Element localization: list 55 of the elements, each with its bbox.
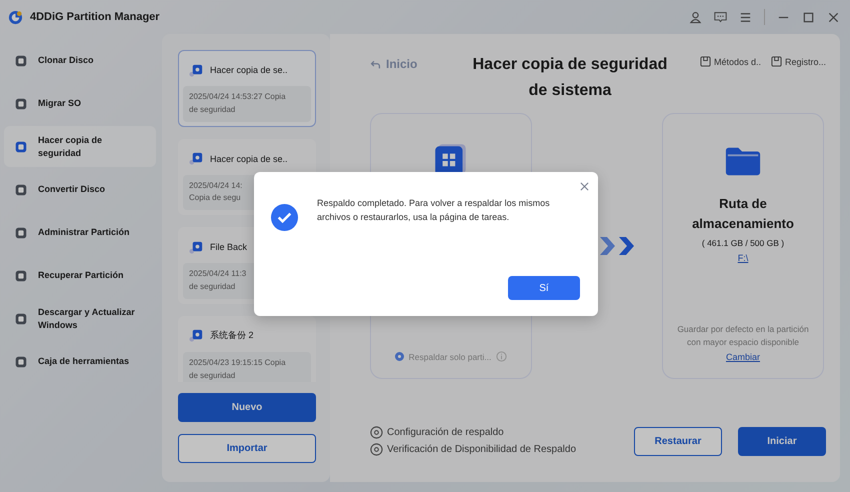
page-title: Hacer copia de seguridad de sistema: [472, 55, 668, 101]
sidebar-item[interactable]: Descargar y Actualizar Windows: [4, 298, 156, 339]
backup-icon: [189, 62, 204, 78]
backup-title: Hacer copia de se..: [210, 154, 288, 164]
check-circle-icon: [270, 203, 299, 232]
account-icon[interactable]: [689, 10, 702, 24]
toolbar-link[interactable]: Registro...: [770, 56, 826, 67]
option-icon: [370, 443, 383, 456]
app-title: 4DDiG Partition Manager: [30, 11, 160, 23]
backup-detail: 2025/04/24 14:53:27 Copia de seguridad: [183, 86, 311, 122]
backup-title: Hacer copia de se..: [210, 65, 288, 75]
restore-button[interactable]: Restaurar: [634, 426, 722, 456]
feedback-icon[interactable]: [714, 10, 727, 24]
start-button[interactable]: Iniciar: [738, 426, 826, 456]
sidebar-item[interactable]: Recuperar Partición: [4, 255, 156, 296]
sidebar-item[interactable]: Administrar Partición: [4, 212, 156, 253]
sidebar-item[interactable]: Convertir Disco: [4, 169, 156, 210]
menu-item-icon: [14, 312, 28, 326]
back-arrow-icon: [370, 58, 381, 70]
backup-title: File Back: [210, 242, 248, 252]
yes-button[interactable]: Sí: [508, 276, 580, 300]
backup-icon: [189, 151, 204, 166]
backup-card[interactable]: Hacer copia de se.. 2025/04/24 14:53:27 Copia de seguridad: [178, 50, 316, 127]
backup-detail: 2025/04/23 19:15:15 Copia de seguridad: [183, 352, 311, 382]
menu-item-icon: [14, 96, 28, 110]
option-icon: [370, 426, 383, 439]
maximize-icon[interactable]: [802, 10, 815, 24]
menu-item-icon: [14, 354, 28, 368]
menu-icon[interactable]: [739, 10, 752, 24]
backup-icon: [189, 240, 204, 255]
storage-title: Ruta de almacenamiento: [691, 195, 795, 233]
sidebar-item[interactable]: Migrar SO: [4, 83, 156, 124]
backup-card[interactable]: 系统备份 2 2025/04/23 19:15:15 Copia de seguridad: [178, 316, 316, 382]
change-link[interactable]: Cambiar: [726, 352, 760, 362]
footer-link[interactable]: Configuración de respaldo: [370, 426, 576, 439]
storage-capacity: ( 461.1 GB / 500 GB ): [702, 238, 784, 248]
import-button[interactable]: Importar: [178, 434, 316, 463]
storage-note: Guardar por defecto en la partición con mayor espacio disponible: [676, 322, 810, 349]
close-icon[interactable]: [827, 10, 840, 24]
drive-link[interactable]: F:\: [738, 253, 748, 263]
footer-link[interactable]: Verificación de Disponibilidad de Respaldo: [370, 443, 576, 456]
menu-item-icon: [14, 182, 28, 196]
new-button[interactable]: Nuevo: [178, 393, 316, 422]
menu-item-icon: [14, 54, 28, 68]
toolbar-link[interactable]: Métodos d..: [700, 56, 761, 67]
menu-item-icon: [14, 268, 28, 282]
sidebar-item[interactable]: Clonar Disco: [4, 40, 156, 81]
dialog-message: Respaldo completado. Para volver a respaldar los mismos archivos o restaurarlos, usa la página de tareas.: [317, 197, 551, 224]
backup-title: 系统备份 2: [210, 329, 254, 342]
dialog-close-icon[interactable]: [580, 182, 589, 191]
backup-icon: [189, 328, 204, 344]
menu-item-icon: [14, 140, 28, 154]
sidebar-item[interactable]: Caja de herramientas: [4, 341, 156, 382]
menu-item-icon: [14, 226, 28, 240]
app-logo-icon: [8, 10, 23, 24]
